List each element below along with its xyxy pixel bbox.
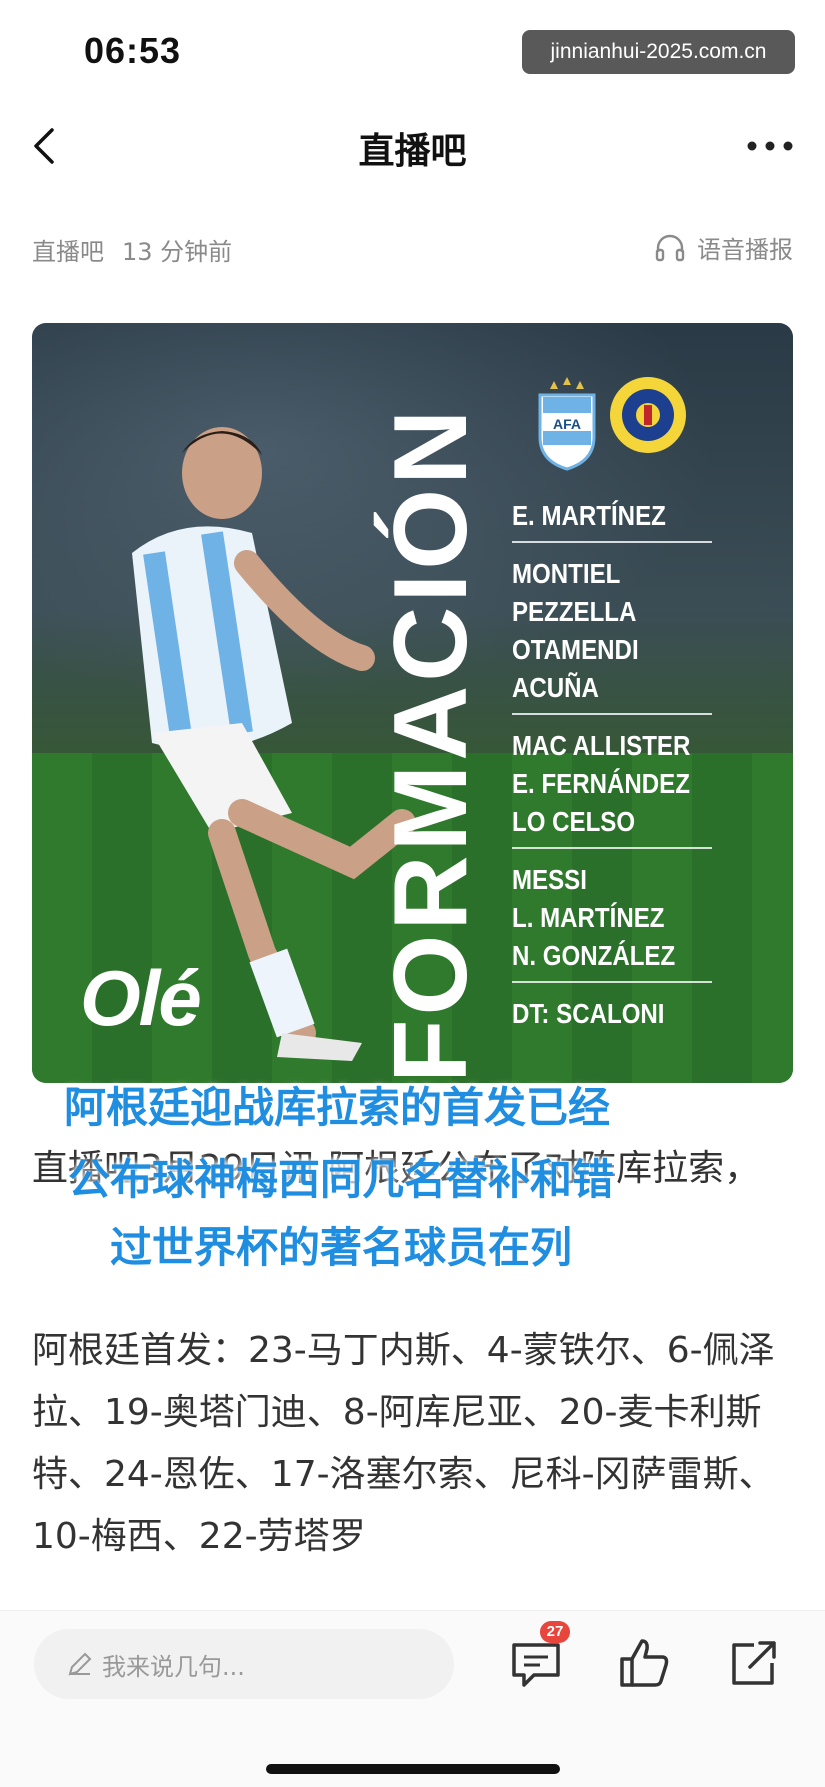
- status-bar: 06:53 jinnianhui-2025.com.cn: [0, 0, 825, 100]
- lineup-group-goalkeeper: E. MARTÍNEZ: [512, 493, 712, 543]
- formation-heading: FORMACIÓN: [373, 405, 489, 1083]
- like-icon: [620, 1639, 669, 1687]
- nav-bar: 直播吧: [0, 100, 825, 190]
- lineup-player: E. MARTÍNEZ: [512, 500, 666, 531]
- home-indicator[interactable]: [266, 1764, 560, 1774]
- share-icon: [732, 1641, 776, 1685]
- overlay-caption-line-3: 过世界杯的著名球员在列: [110, 1223, 573, 1272]
- lineup-group-midfielders: MAC ALLISTER E. FERNÁNDEZ LO CELSO: [512, 723, 712, 849]
- brand-logo: Olé: [80, 954, 202, 1042]
- curacao-crest-icon: [610, 377, 686, 453]
- audio-label: 语音播报: [697, 236, 793, 264]
- share-button[interactable]: [726, 1635, 782, 1691]
- svg-text:AFA: AFA: [553, 416, 581, 432]
- pencil-icon: [68, 1652, 92, 1676]
- bottom-action-bar: 我来说几句... 27: [0, 1610, 825, 1787]
- overlay-caption-line-2: 公布球神梅西同几名替补和错: [68, 1155, 615, 1204]
- lineup-player: MONTIEL: [512, 558, 621, 589]
- like-button[interactable]: [616, 1635, 672, 1691]
- watermark: jinnianhui-2025.com.cn: [522, 30, 795, 74]
- comments-button[interactable]: 27: [508, 1621, 570, 1691]
- lineup-player: LO CELSO: [512, 806, 636, 837]
- publish-time: 13 分钟前: [122, 238, 233, 266]
- lineup-player: OTAMENDI: [512, 634, 639, 665]
- lineup-group-forwards: MESSI L. MARTÍNEZ N. GONZÁLEZ: [512, 857, 712, 983]
- lineup-group-coach: DT: SCALONI: [512, 991, 712, 1039]
- article-paragraph-2: 阿根廷首发：23-马丁内斯、4-蒙铁尔、6-佩泽拉、19-奥塔门迪、8-阿库尼亚…: [32, 1330, 775, 1557]
- more-button[interactable]: [745, 128, 795, 164]
- lineup-coach: DT: SCALONI: [512, 998, 665, 1029]
- lineup-player: PEZZELLA: [512, 596, 637, 627]
- lineup-player: ACUÑA: [512, 672, 599, 703]
- comment-input[interactable]: 我来说几句...: [34, 1629, 454, 1699]
- lineup-player: MAC ALLISTER: [512, 730, 691, 761]
- comment-placeholder: 我来说几句...: [102, 1652, 245, 1681]
- comment-count-badge: 27: [540, 1621, 570, 1643]
- page-title: 直播吧: [358, 131, 467, 172]
- article-meta: 直播吧 13 分钟前: [32, 232, 232, 267]
- lineup-player: E. FERNÁNDEZ: [512, 768, 690, 799]
- status-time: 06:53: [84, 30, 182, 71]
- lineup-player: L. MARTÍNEZ: [512, 902, 665, 933]
- lineup-list: E. MARTÍNEZ MONTIEL PEZZELLA OTAMENDI AC…: [512, 493, 712, 1047]
- lineup-group-defenders: MONTIEL PEZZELLA OTAMENDI ACUÑA: [512, 551, 712, 715]
- lineup-player: N. GONZÁLEZ: [512, 940, 676, 971]
- overlay-caption-line-1: 阿根廷迎战库拉索的首发已经: [64, 1083, 611, 1132]
- audio-play-button[interactable]: 语音播报: [655, 230, 793, 265]
- lineup-player: MESSI: [512, 864, 587, 895]
- comment-icon: [512, 1643, 560, 1687]
- article-hero-image[interactable]: Olé FORMACIÓN AFA E. MARTÍNEZ MONTIEL PE…: [32, 323, 793, 1083]
- headphones-icon: [655, 234, 685, 261]
- argentina-crest-icon: AFA: [538, 377, 596, 471]
- team-crests: AFA: [534, 375, 688, 471]
- more-icon: [747, 141, 793, 151]
- source-label[interactable]: 直播吧: [32, 238, 104, 266]
